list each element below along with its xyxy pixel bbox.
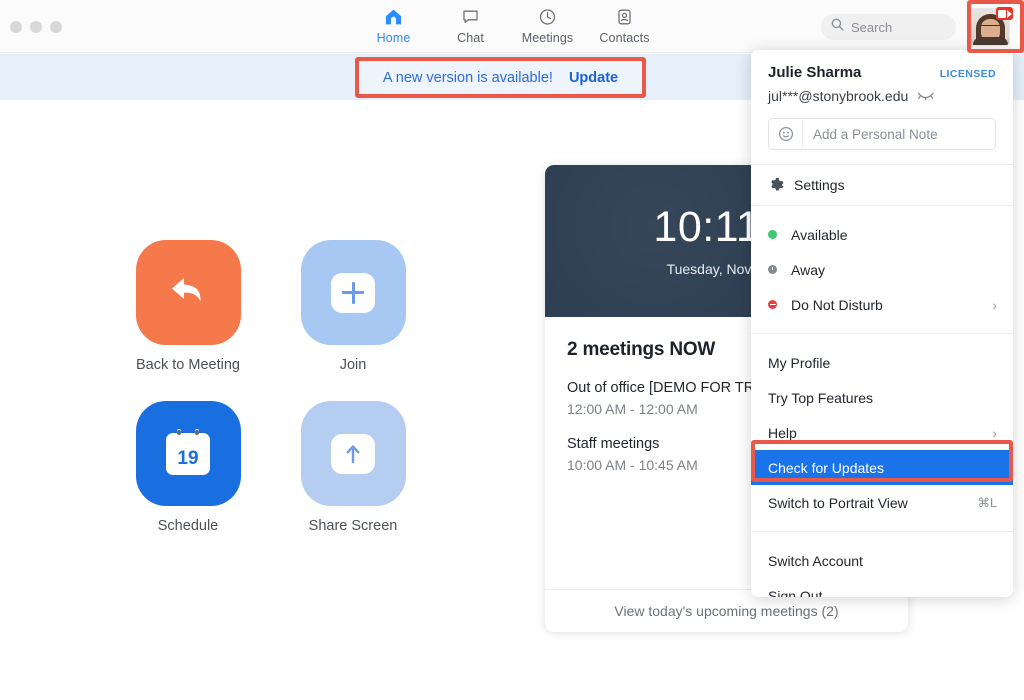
home-action-tiles: Back to Meeting Join 19 Schedule Share S…	[133, 240, 453, 562]
chevron-right-icon: ›	[992, 296, 997, 313]
profile-email-row: jul***@stonybrook.edu	[768, 87, 996, 105]
zoom-app-window: Home Chat Meetings Contacts Search A new…	[0, 0, 1024, 700]
menu-item-check-for-updates[interactable]: Check for Updates	[751, 450, 1013, 485]
personal-note-placeholder: Add a Personal Note	[813, 126, 938, 142]
schedule-tile[interactable]: 19	[135, 401, 241, 506]
chevron-right-icon: ›	[992, 424, 997, 441]
menu-item-my-profile-label: My Profile	[768, 354, 831, 371]
schedule-label: Schedule	[157, 518, 219, 534]
menu-item-do-not-disturb-label: Do Not Disturb	[791, 296, 883, 313]
menu-item-sign-out[interactable]: Sign Out	[751, 578, 1013, 598]
tab-meetings[interactable]: Meetings	[509, 6, 586, 45]
menu-item-switch-account-label: Switch Account	[768, 552, 863, 569]
menu-item-do-not-disturb[interactable]: Do Not Disturb ›	[751, 287, 1013, 322]
action-tile-row-2: 19 Schedule Share Screen	[133, 401, 453, 534]
status-away-dot-icon	[768, 265, 777, 274]
join-tile[interactable]	[300, 240, 406, 345]
action-back-to-meeting[interactable]: Back to Meeting	[133, 240, 243, 373]
menu-item-check-for-updates-label: Check for Updates	[768, 459, 884, 476]
menu-item-away[interactable]: Away	[751, 252, 1013, 287]
contact-card-icon	[615, 6, 634, 28]
menu-item-try-top-features[interactable]: Try Top Features	[751, 380, 1013, 415]
video-camera-icon	[996, 7, 1013, 20]
close-window-button[interactable]	[10, 21, 22, 33]
share-screen-label: Share Screen	[308, 518, 398, 534]
menu-item-sign-out-label: Sign Out	[768, 587, 823, 598]
update-button[interactable]: Update	[569, 70, 618, 86]
search-placeholder: Search	[851, 19, 893, 35]
profile-display-name: Julie Sharma	[768, 64, 862, 81]
profile-email: jul***@stonybrook.edu	[768, 88, 909, 104]
profile-dropdown-menu: Julie Sharma LICENSED jul***@stonybrook.…	[751, 50, 1013, 597]
tab-home-label: Home	[376, 31, 411, 45]
action-tile-row-1: Back to Meeting Join	[133, 240, 453, 373]
menu-item-try-top-features-label: Try Top Features	[768, 389, 874, 406]
view-upcoming-meetings-link[interactable]: View today's upcoming meetings (2)	[614, 603, 838, 619]
menu-item-switch-to-portrait-view-label: Switch to Portrait View	[768, 494, 908, 511]
menu-item-help[interactable]: Help ›	[751, 415, 1013, 450]
action-join[interactable]: Join	[298, 240, 408, 373]
share-screen-tile[interactable]	[300, 401, 406, 506]
tab-contacts[interactable]: Contacts	[586, 6, 663, 45]
avatar-body	[973, 37, 1008, 45]
status-available-dot-icon	[768, 230, 777, 239]
home-icon	[384, 6, 403, 28]
eye-off-icon[interactable]	[917, 87, 934, 105]
status-dnd-dot-icon	[768, 300, 777, 309]
back-to-meeting-tile[interactable]	[135, 240, 241, 345]
menu-item-switch-account[interactable]: Switch Account	[751, 543, 1013, 578]
chat-bubble-icon	[461, 6, 480, 28]
smiley-icon[interactable]	[769, 119, 803, 149]
avatar-glasses	[981, 25, 1000, 30]
menu-item-settings[interactable]: Settings	[751, 165, 1013, 205]
back-to-meeting-label: Back to Meeting	[136, 357, 240, 373]
menu-item-available[interactable]: Available	[751, 217, 1013, 252]
tab-meetings-label: Meetings	[521, 31, 574, 45]
tab-chat-label: Chat	[457, 31, 484, 45]
menu-item-settings-label: Settings	[794, 177, 845, 193]
menu-item-available-label: Available	[791, 226, 848, 243]
gear-icon	[768, 177, 794, 193]
tab-chat[interactable]: Chat	[432, 6, 509, 45]
join-label: Join	[339, 357, 367, 373]
profile-name-row: Julie Sharma LICENSED	[768, 64, 996, 81]
tab-home[interactable]: Home	[355, 6, 432, 45]
calendar-icon: 19	[166, 428, 210, 475]
clock-icon	[538, 6, 557, 28]
personal-note-input[interactable]: Add a Personal Note	[768, 118, 996, 150]
window-traffic-lights[interactable]	[10, 21, 62, 33]
maximize-window-button[interactable]	[50, 21, 62, 33]
tab-contacts-label: Contacts	[599, 31, 650, 45]
profile-avatar-button[interactable]	[969, 7, 1013, 48]
menu-item-help-label: Help	[768, 424, 797, 441]
plus-square-icon	[331, 272, 375, 313]
action-share-screen[interactable]: Share Screen	[298, 401, 408, 534]
action-schedule[interactable]: 19 Schedule	[133, 401, 243, 534]
main-navigation-tabs: Home Chat Meetings Contacts	[355, 6, 663, 45]
title-bar: Home Chat Meetings Contacts Search	[0, 0, 1024, 53]
update-banner[interactable]: A new version is available! Update	[359, 62, 642, 93]
menu-item-switch-to-portrait-view-shortcut: ⌘L	[977, 496, 997, 510]
update-banner-message: A new version is available!	[382, 69, 553, 86]
menu-item-switch-to-portrait-view[interactable]: Switch to Portrait View ⌘L	[751, 485, 1013, 520]
minimize-window-button[interactable]	[30, 21, 42, 33]
calendar-day: 19	[177, 447, 199, 469]
license-badge: LICENSED	[939, 68, 996, 80]
menu-item-away-label: Away	[791, 261, 825, 278]
share-screen-arrow-icon	[331, 433, 375, 474]
profile-header: Julie Sharma LICENSED jul***@stonybrook.…	[751, 50, 1013, 150]
search-icon	[831, 18, 844, 36]
menu-item-my-profile[interactable]: My Profile	[751, 345, 1013, 380]
reply-arrow-icon	[164, 268, 212, 317]
search-input[interactable]: Search	[821, 14, 956, 40]
